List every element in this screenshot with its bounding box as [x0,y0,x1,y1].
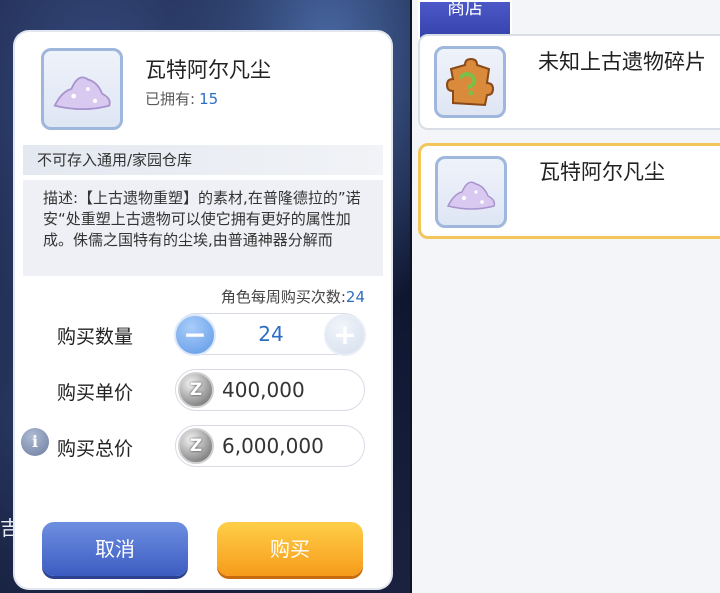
unit-price-field: Z 400,000 [175,369,365,411]
total-price-label: 购买总价 [57,438,134,460]
zeny-coin-icon: Z [178,428,214,464]
minus-icon: − [183,318,207,351]
storage-restriction: 不可存入通用/家园仓库 [23,145,383,175]
shop-item-dust-selected[interactable]: 瓦特阿尔凡尘 [418,143,720,239]
weekly-limit-label: 角色每周购买次数: [220,288,346,306]
shop-item-name: 未知上古遗物碎片 [538,50,706,74]
owned-count: 15 [199,90,219,108]
buy-button[interactable]: 购买 [217,522,363,576]
puzzle-piece-icon [445,57,495,107]
item-icon-frame [41,48,123,130]
total-price-value: 6,000,000 [222,434,324,458]
info-icon[interactable]: i [21,428,49,456]
cancel-button[interactable]: 取消 [42,522,188,576]
background-partial-text: 吉 [0,516,20,540]
dust-pile-icon [53,76,111,111]
item-frame [434,46,506,118]
quantity-stepper: 24 − + [174,313,366,356]
item-name: 瓦特阿尔凡尘 [145,58,271,82]
weekly-limit-count: 24 [345,288,365,306]
increase-quantity-button[interactable]: + [324,314,366,356]
unit-price-label: 购买单价 [57,382,134,404]
weekly-purchase-limit: 角色每周购买次数:24 [175,286,365,307]
unit-price-value: 400,000 [222,378,305,402]
plus-icon: + [333,318,357,351]
quantity-label: 购买数量 [57,326,134,348]
item-description[interactable]: 描述:【上古遗物重塑】的素材,在普隆德拉的”诺安“处重塑上古遗物可以使它拥有更好… [23,180,383,276]
dust-pile-icon [446,181,496,210]
owned-label: 已拥有: [145,90,196,108]
purchase-dialog: 瓦特阿尔凡尘 已拥有: 15 不可存入通用/家园仓库 描述:【上古遗物重塑】的素材… [15,32,391,588]
item-frame [435,156,507,228]
decrease-quantity-button[interactable]: − [174,314,216,356]
total-price-field: Z 6,000,000 [175,425,365,467]
zeny-coin-icon: Z [178,372,214,408]
shop-item-relic-fragment[interactable]: 未知上古遗物碎片 [418,34,720,130]
owned-count-line: 已拥有: 15 [145,88,218,109]
shop-item-name: 瓦特阿尔凡尘 [539,160,665,184]
